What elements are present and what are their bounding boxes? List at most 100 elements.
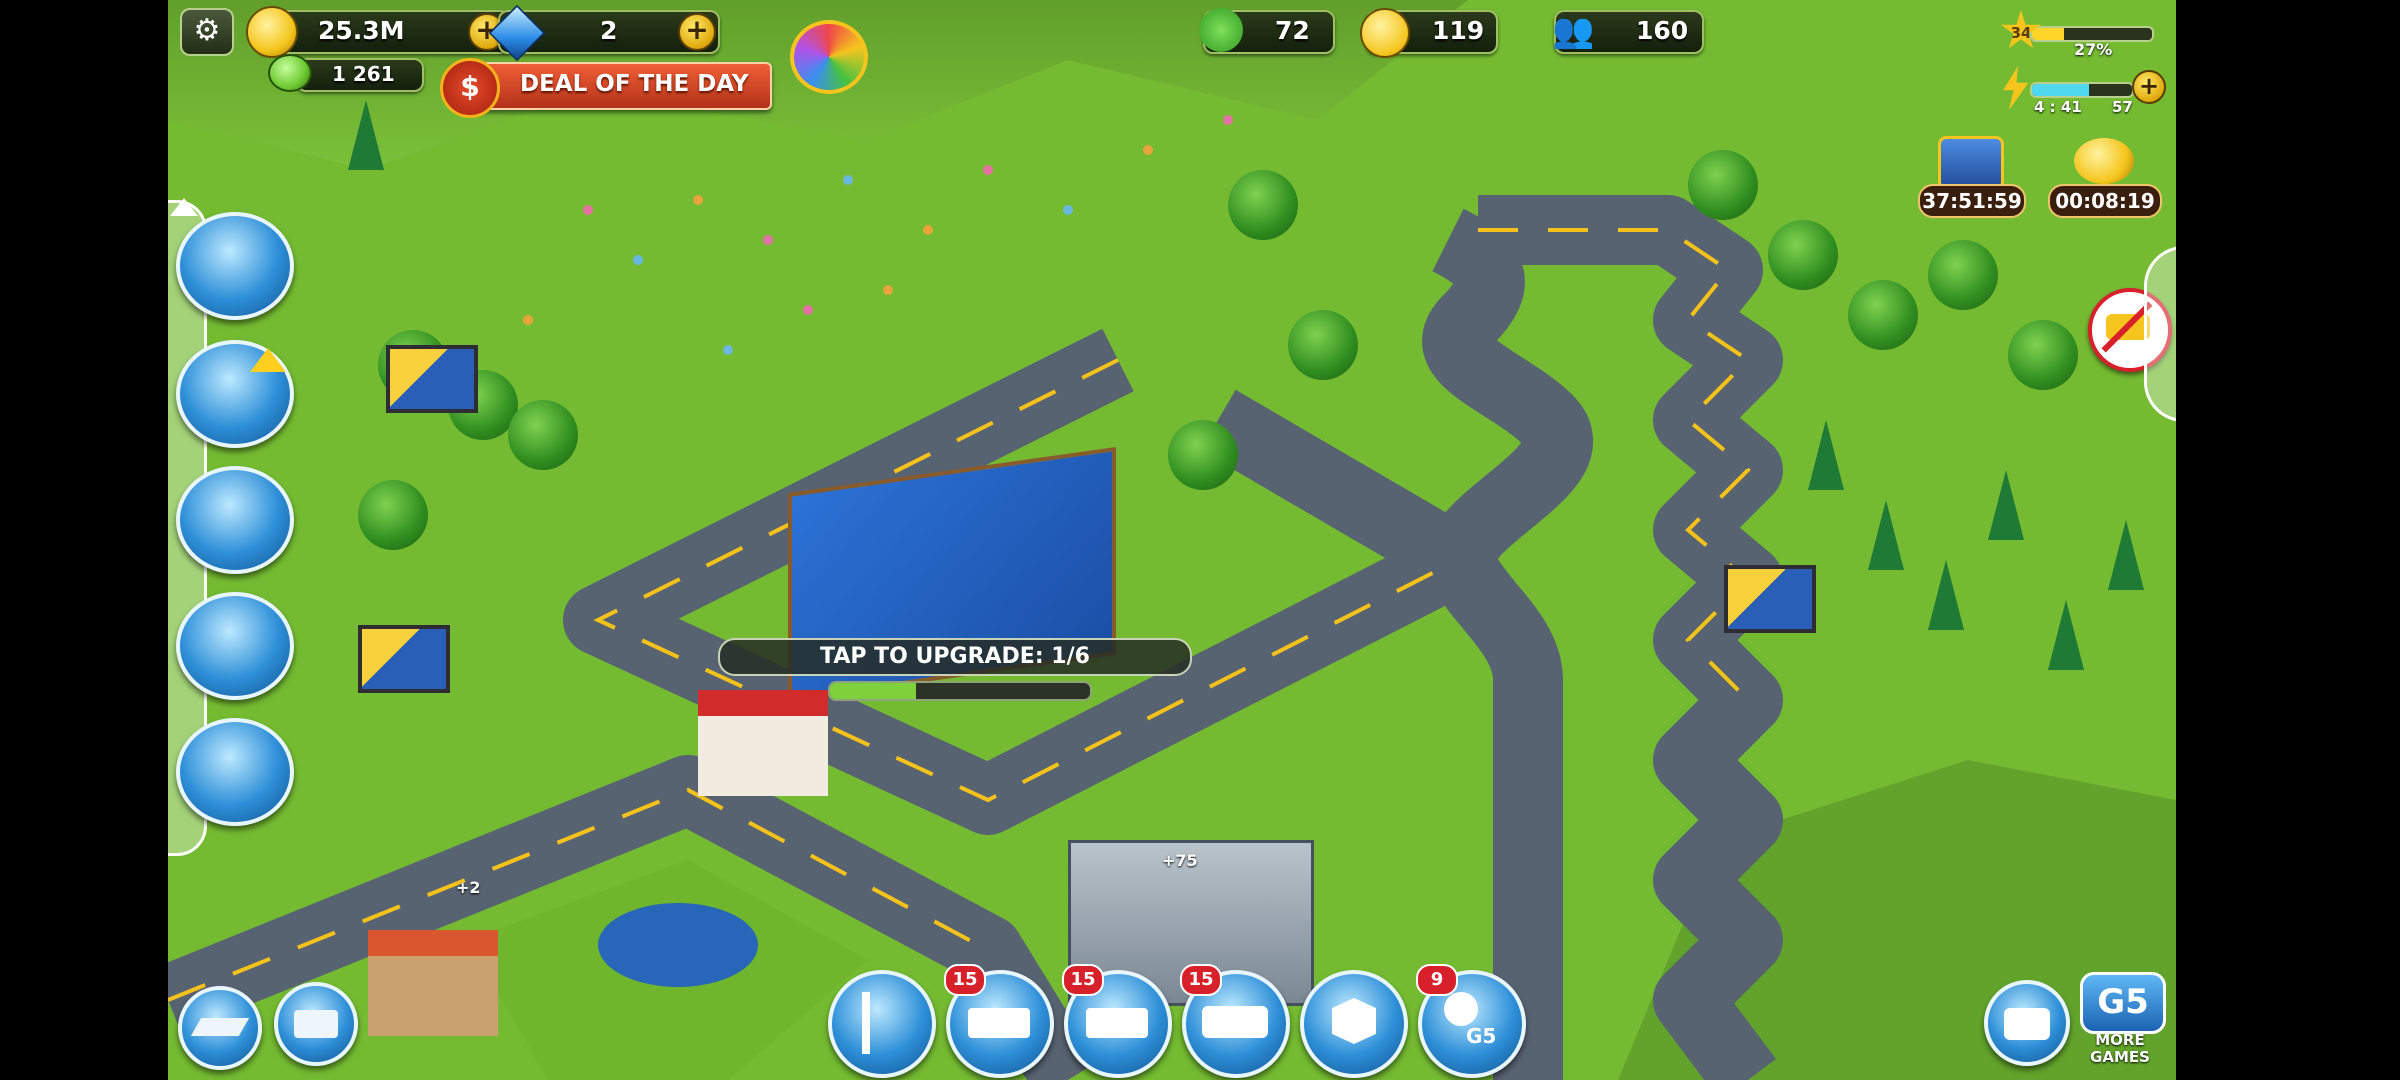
build-category-services-button[interactable] — [176, 718, 294, 826]
recycling-truck-button[interactable]: 15 — [1062, 964, 1172, 1078]
treasure-chest-reward[interactable]: 37:51:59 — [1918, 136, 2026, 218]
diamonds-value: 2 — [600, 16, 618, 45]
settings-gear-icon[interactable]: ⚙ — [180, 8, 234, 56]
tree — [1288, 310, 1358, 380]
tree — [2008, 320, 2078, 390]
extra-currency-display: 1 261 — [268, 54, 424, 92]
energy-bar — [2030, 82, 2134, 98]
game-viewport[interactable]: TAP TO UPGRADE: 1/6 +75 +2 ⚙ 25.3M + 1 2… — [168, 0, 2176, 1080]
upgrade-arrow-icon — [250, 348, 286, 372]
gold-reward[interactable]: 00:08:19 — [2048, 136, 2162, 218]
add-energy-button[interactable]: + — [2132, 70, 2166, 104]
pine-tree — [2048, 600, 2084, 670]
deal-label: DEAL OF THE DAY — [520, 71, 749, 97]
coin-bag-icon — [268, 54, 312, 92]
box-icon — [1332, 998, 1376, 1044]
right-menu-tab[interactable] — [2144, 246, 2176, 422]
build-category-entertainment-button[interactable] — [176, 466, 294, 574]
friend-head-icon — [1444, 992, 1478, 1026]
recycle-truck-icon — [1086, 1008, 1148, 1038]
bus-badge: 15 — [1180, 964, 1222, 996]
road-icon — [190, 1018, 250, 1036]
deal-of-the-day-button[interactable]: $ DEAL OF THE DAY — [440, 58, 772, 118]
happiness-value: 119 — [1432, 16, 1485, 45]
ecology-value: 72 — [1275, 16, 1310, 45]
level-panel[interactable]: 34 27% — [2000, 10, 2156, 59]
tree — [1848, 280, 1918, 350]
energy-value: 57 — [2112, 98, 2133, 116]
truck-icon — [968, 1008, 1030, 1038]
energy-bar-fill — [2032, 84, 2089, 96]
bulldozer-icon — [294, 1010, 338, 1038]
billboard[interactable] — [386, 345, 478, 413]
social-friends-button[interactable]: G5 9 — [1416, 964, 1526, 1078]
gold-timer: 00:08:19 — [2048, 184, 2162, 218]
happiness-display: 119 — [1360, 8, 1498, 58]
recycle-badge: 15 — [1062, 964, 1104, 996]
add-diamonds-button[interactable]: + — [678, 13, 716, 51]
tree — [1688, 150, 1758, 220]
bulldozer-button[interactable] — [274, 982, 358, 1066]
build-category-factories-button[interactable] — [176, 592, 294, 700]
more-games-button[interactable]: G5 MORE GAMES — [2072, 972, 2168, 1076]
camera-button[interactable] — [1984, 980, 2070, 1066]
gift-box-button[interactable] — [1300, 970, 1408, 1078]
tree — [1928, 240, 1998, 310]
upgrade-buildings-button[interactable] — [176, 340, 294, 448]
population-people-icon: 👥 — [1552, 11, 1595, 51]
collapse-arrow-icon[interactable] — [170, 198, 198, 216]
road-tool-button[interactable] — [178, 986, 262, 1070]
delivery-truck-button[interactable]: 15 — [944, 964, 1054, 1078]
construction-crane-button[interactable] — [828, 970, 936, 1078]
g5-logo-icon: G5 — [2080, 972, 2166, 1034]
farm-building[interactable] — [368, 930, 498, 1036]
upgrade-progress-fill — [830, 683, 916, 699]
population-display: 👥 160 — [1552, 10, 1704, 54]
xp-percent-label: 27% — [2074, 40, 2113, 59]
diamonds-display: 2 + — [488, 4, 720, 62]
xp-bar-fill — [2032, 28, 2065, 40]
farm-bonus-label: +2 — [456, 878, 481, 897]
tree — [1768, 220, 1838, 290]
game-screen: TAP TO UPGRADE: 1/6 +75 +2 ⚙ 25.3M + 1 2… — [0, 0, 2400, 1080]
energy-timer: 4 : 41 — [2034, 98, 2082, 116]
coins-value: 25.3M — [318, 16, 405, 45]
build-category-houses-button[interactable] — [176, 212, 294, 320]
billboard[interactable] — [358, 625, 450, 693]
tree — [1168, 420, 1238, 490]
gold-coins-icon — [2074, 138, 2134, 184]
pine-tree — [1928, 560, 1964, 630]
truck-badge: 15 — [944, 964, 986, 996]
social-badge: 9 — [1416, 964, 1458, 996]
ecology-tree-icon — [1199, 8, 1243, 52]
coins-display: 25.3M + — [246, 6, 510, 58]
pine-tree — [1988, 470, 2024, 540]
bus-icon — [1202, 1006, 1268, 1038]
crane-icon — [862, 992, 870, 1054]
energy-panel[interactable]: 4 : 41 57 + — [2003, 66, 2166, 116]
chest-timer: 37:51:59 — [1918, 184, 2026, 218]
pine-tree — [2108, 520, 2144, 590]
pine-tree — [348, 100, 384, 170]
pine-tree — [1808, 420, 1844, 490]
camera-icon — [2004, 1008, 2050, 1040]
bus-button[interactable]: 15 — [1180, 964, 1290, 1078]
station-bonus-label: +75 — [1162, 851, 1198, 870]
ecology-display: 72 — [1199, 8, 1335, 54]
house[interactable] — [698, 690, 828, 796]
pine-tree — [1868, 500, 1904, 570]
dollar-medal-icon: $ — [440, 58, 500, 118]
upgrade-label[interactable]: TAP TO UPGRADE: 1/6 — [718, 638, 1192, 676]
population-value: 160 — [1636, 16, 1689, 45]
upgrade-progress-bar — [828, 681, 1092, 701]
extra-currency-value: 1 261 — [332, 62, 395, 86]
fortune-wheel-icon[interactable] — [790, 20, 868, 94]
tree — [358, 480, 428, 550]
treasure-chest-icon — [1938, 136, 2004, 190]
more-games-label: MORE GAMES — [2090, 1031, 2150, 1066]
coins-icon — [246, 6, 298, 58]
level-value: 34 — [2010, 24, 2032, 42]
smiley-icon — [1360, 8, 1410, 58]
g5-social-label: G5 — [1466, 1024, 1497, 1048]
billboard[interactable] — [1724, 565, 1816, 633]
